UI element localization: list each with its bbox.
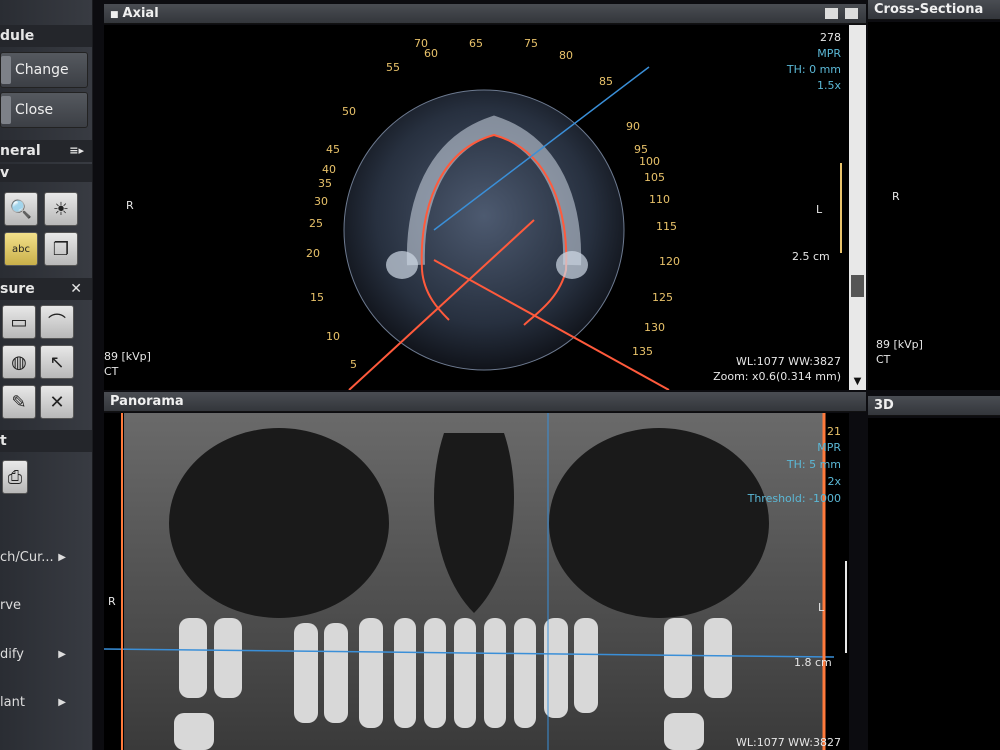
panorama-scale-label: 1.8 cm <box>794 656 832 669</box>
print-section-header: t <box>0 430 92 452</box>
layout-grid-icon[interactable] <box>825 8 838 19</box>
globe-icon[interactable]: ◍ <box>2 345 36 379</box>
chevron-right-icon: ▶ <box>58 649 66 660</box>
angle-label-23: 20 <box>306 247 320 260</box>
panorama-image <box>104 413 835 750</box>
ruler-icon[interactable]: ▭ <box>2 305 36 339</box>
panorama-window-level: WL:1077 WW:3827 <box>735 736 841 749</box>
panorama-scale-bar <box>839 561 847 653</box>
change-icon <box>1 56 11 84</box>
menu-item-1[interactable]: rve <box>0 593 86 619</box>
axial-image <box>343 66 670 390</box>
angle-label-9: 115 <box>656 220 677 233</box>
cross-section-viewport[interactable]: R 89 [kVp] CT <box>868 22 1000 390</box>
angle-label-24: 15 <box>310 291 324 304</box>
angle-label-18: 45 <box>326 143 340 156</box>
panorama-left-marker: L <box>818 601 825 614</box>
angle-label-22: 25 <box>309 217 323 230</box>
axial-scale-label: 2.5 cm <box>792 250 830 263</box>
angle-label-19: 40 <box>322 163 336 176</box>
axial-panel-title: ■ Axial <box>104 4 866 24</box>
cross-section-title: Cross-Sectiona <box>868 0 1000 20</box>
panorama-right-marker: R <box>108 595 116 608</box>
magnify-icon[interactable]: 🔍 <box>4 192 38 226</box>
cross-kvp: 89 [kVp] <box>876 338 923 351</box>
angle-label-15: 60 <box>424 47 438 60</box>
close-button[interactable]: Close <box>0 92 88 128</box>
panorama-slice-number: 21 <box>827 425 841 438</box>
tools-icon[interactable]: ✕ <box>70 278 82 300</box>
measure-section-header: sure ✕ <box>0 278 92 300</box>
angle-label-12: 130 <box>644 321 665 334</box>
axial-window-level: WL:1077 WW:3827 <box>735 355 841 368</box>
cross-modality: CT <box>876 353 891 366</box>
axial-kvp: 89 [kVp] <box>104 350 151 363</box>
angle-label-6: 100 <box>639 155 660 168</box>
axial-modality: CT <box>104 365 119 378</box>
axial-zoom-factor: 1.5x <box>816 79 841 92</box>
maximize-icon[interactable] <box>845 8 858 19</box>
axial-right-marker: R <box>126 199 134 212</box>
scroll-down-icon[interactable]: ▼ <box>849 373 866 390</box>
delete-icon[interactable]: ✕ <box>40 385 74 419</box>
angle-label-14: 65 <box>469 37 483 50</box>
panorama-mode: MPR <box>817 441 841 454</box>
angle-label-8: 110 <box>649 193 670 206</box>
angle-measure-icon[interactable]: ⌒ <box>40 305 74 339</box>
angle-label-16: 55 <box>386 61 400 74</box>
angle-label-13: 135 <box>632 345 653 358</box>
panorama-zoom-factor: 2x <box>827 475 841 488</box>
axial-scrollbar[interactable]: ▼ <box>849 25 866 390</box>
copy-icon[interactable]: ❐ <box>44 232 78 266</box>
axial-mode: MPR <box>817 47 841 60</box>
panorama-panel-title: Panorama <box>104 392 866 412</box>
menu-item-3[interactable]: lant ▶ <box>0 690 86 716</box>
angle-label-2: 80 <box>559 49 573 62</box>
angle-label-7: 105 <box>644 171 665 184</box>
menu-item-2[interactable]: dify ▶ <box>0 642 86 668</box>
angle-label-17: 50 <box>342 105 356 118</box>
angle-label-10: 120 <box>659 255 680 268</box>
menu-toggle-icon[interactable]: ≡▸ <box>69 140 84 162</box>
eraser-icon[interactable]: ✎ <box>2 385 36 419</box>
chevron-right-icon: ▶ <box>58 552 66 563</box>
axial-viewport[interactable]: 70 75 80 85 90 95 100 105 110 115 120 12… <box>104 25 849 390</box>
pointer-icon[interactable]: ↖ <box>40 345 74 379</box>
chevron-right-icon: ▶ <box>58 697 66 708</box>
axial-slice-number: 278 <box>820 31 841 44</box>
angle-label-21: 30 <box>314 195 328 208</box>
axial-left-marker: L <box>816 203 823 216</box>
angle-label-26: 5 <box>350 358 357 371</box>
view-section-header: v <box>0 164 92 182</box>
cross-right-marker: R <box>892 190 900 203</box>
change-button[interactable]: Change <box>0 52 88 88</box>
general-section-header: neral ≡▸ <box>0 140 92 162</box>
angle-label-1: 75 <box>524 37 538 50</box>
angle-label-25: 10 <box>326 330 340 343</box>
three-d-title: 3D <box>868 396 1000 416</box>
panorama-threshold: Threshold: -1000 <box>747 492 841 505</box>
print-icon[interactable]: ⎙ <box>2 460 28 494</box>
angle-label-11: 125 <box>652 291 673 304</box>
axial-scroll-thumb[interactable] <box>851 275 864 297</box>
panorama-thickness: TH: 5 mm <box>786 458 841 471</box>
axial-zoom: Zoom: x0.6(0.314 mm) <box>713 370 841 383</box>
brightness-icon[interactable]: ☀ <box>44 192 78 226</box>
menu-item-0[interactable]: ch/Cur... ▶ <box>0 545 86 571</box>
axial-scale-bar <box>834 163 842 253</box>
angle-label-3: 85 <box>599 75 613 88</box>
module-section-header: dule <box>0 25 92 47</box>
close-icon <box>1 96 11 124</box>
angle-label-20: 35 <box>318 177 332 190</box>
panorama-viewport[interactable]: R L 1.8 cm 21 MPR TH: 5 mm 2x Threshold:… <box>104 413 849 750</box>
annotation-text-icon[interactable]: abc <box>4 232 38 266</box>
axial-thickness: TH: 0 mm <box>786 63 841 76</box>
three-d-viewport[interactable] <box>868 418 1000 750</box>
angle-label-4: 90 <box>626 120 640 133</box>
